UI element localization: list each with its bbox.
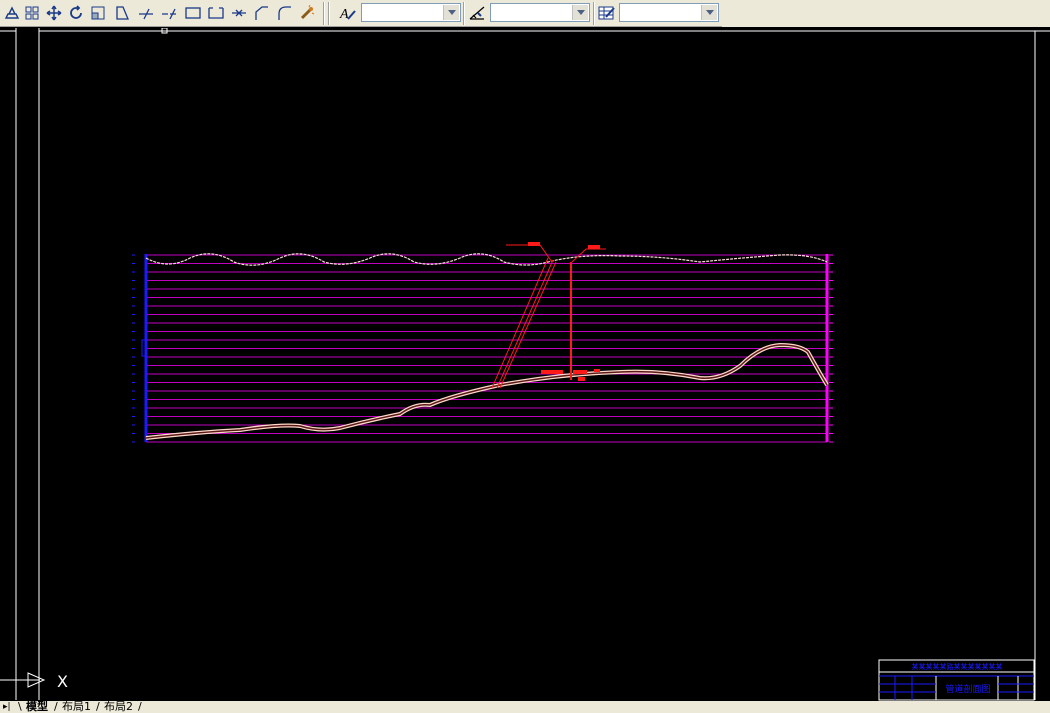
tab-divider: / [138,700,142,713]
model-space-canvas[interactable]: X 某某某某某路某某某某某某某 管道剖面图 [0,28,1050,701]
chevron-down-icon[interactable] [701,5,717,20]
plot-icon[interactable] [2,3,22,23]
toolbar-separator [323,2,325,25]
pipe-profile-inner [145,344,828,439]
drawing-frame [0,28,1050,700]
chamfer-icon[interactable] [251,3,271,23]
tab-divider: / [54,700,58,713]
tab-scroll-first-icon[interactable]: ▸| [3,701,11,713]
extend-icon[interactable] [159,3,179,23]
drawing-svg [0,28,1050,701]
toolbar-empty-area [722,0,1050,27]
modify-toolbar: A [0,0,722,27]
left-axis-ticks [132,254,135,443]
toolbar-separator [463,2,465,25]
table-style-select[interactable] [619,3,719,22]
title-block-drawing-name: 管道剖面图 [945,685,991,695]
tab-divider: / [96,700,100,713]
title-block-title: 某某某某某路某某某某某某某 [911,663,1003,671]
tab-model[interactable]: 模型 [26,701,48,713]
ucs-x-label: X [57,672,68,691]
join-icon[interactable] [229,3,249,23]
tab-layout2[interactable]: 布局2 [104,701,133,713]
stretch-icon[interactable] [112,3,132,23]
tab-layout1[interactable]: 布局1 [62,701,91,713]
toolbar: A [0,0,1050,27]
layout-tabs: ▸| \ 模型 / 布局1 / 布局2 / [0,701,1050,713]
profile-grid [146,254,827,443]
svg-text:A: A [339,7,349,22]
chevron-down-icon[interactable] [443,5,459,20]
chevron-down-icon[interactable] [572,5,588,20]
toolbar-separator [593,2,595,25]
text-style-select[interactable] [361,3,461,22]
break-icon[interactable] [183,3,203,23]
fillet-icon[interactable] [274,3,294,23]
dimension-style-select[interactable] [490,3,590,22]
pipe-profile-outer [145,342,829,440]
array-icon[interactable] [22,3,42,23]
ucs-icon [0,672,46,688]
scale-icon[interactable] [88,3,108,23]
dimension-style-icon[interactable] [467,3,487,23]
axis-marker [141,339,146,357]
toolbar-separator [328,2,330,25]
table-style-icon[interactable] [597,3,617,23]
explode-icon[interactable] [297,3,317,23]
break-at-point-icon[interactable] [206,3,226,23]
tab-divider: \ [18,700,22,713]
move-icon[interactable] [44,3,64,23]
text-style-icon[interactable]: A [338,3,358,23]
rotate-icon[interactable] [66,3,86,23]
right-axis-ticks [829,254,833,443]
trim-icon[interactable] [136,3,156,23]
